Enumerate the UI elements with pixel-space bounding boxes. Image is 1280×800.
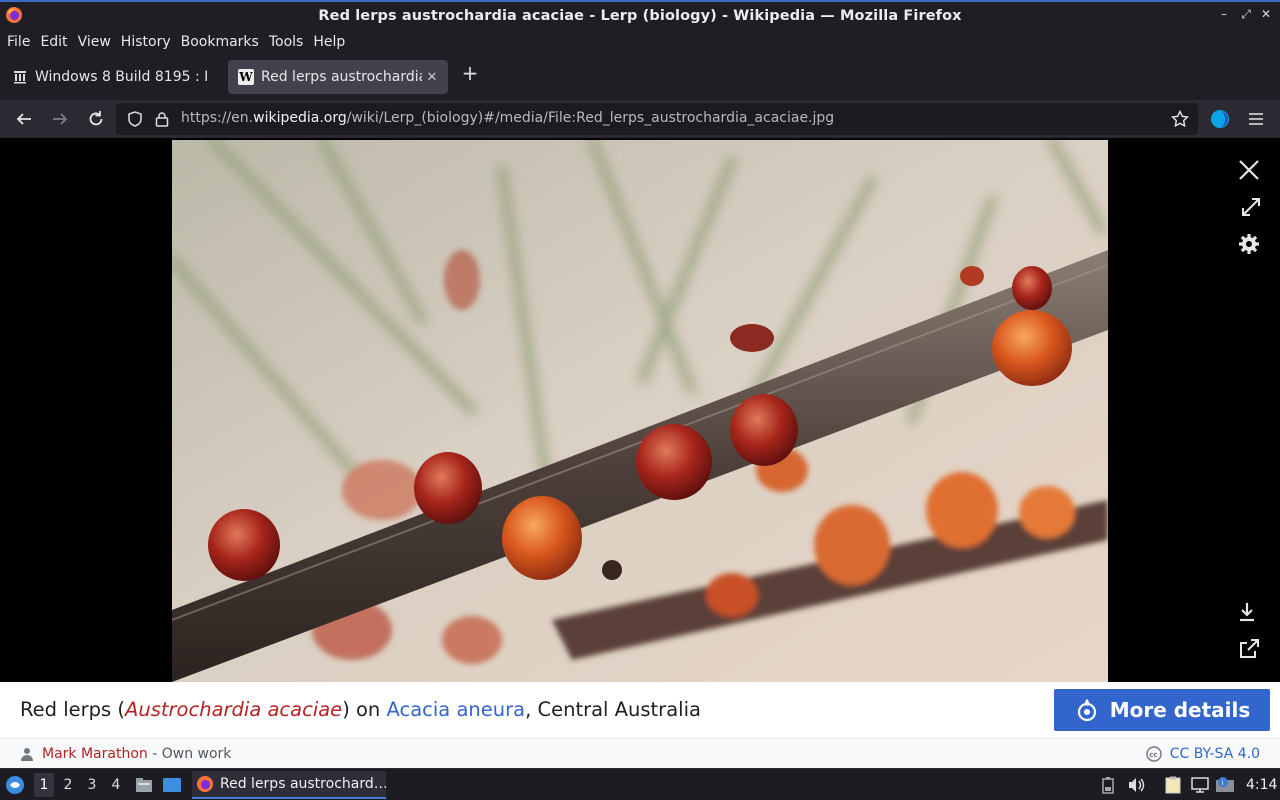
- author-link[interactable]: Mark Marathon: [42, 746, 148, 762]
- lerp-photo: [172, 140, 1108, 682]
- workspace-1[interactable]: 1: [34, 773, 54, 797]
- caption-part: Red lerps (: [20, 698, 126, 721]
- acacia-aneura-link[interactable]: Acacia aneura: [386, 698, 525, 721]
- taskbar-firefox-app[interactable]: Red lerps austrochard…: [192, 771, 386, 799]
- firefox-logo-icon: [6, 7, 22, 23]
- settings-gear-icon[interactable]: [1235, 230, 1263, 258]
- creative-commons-icon: cc: [1146, 746, 1162, 762]
- license-label: CC BY-SA 4.0: [1169, 746, 1260, 762]
- account-icon[interactable]: [1208, 107, 1232, 131]
- reload-icon[interactable]: [84, 107, 108, 131]
- desktop-icon[interactable]: [162, 775, 182, 795]
- taskbar: 1 2 3 4 Red lerps austrochard… i 4:14: [0, 768, 1280, 800]
- network-icon[interactable]: [1190, 775, 1210, 795]
- volume-icon[interactable]: [1126, 775, 1146, 795]
- back-icon[interactable]: [12, 107, 36, 131]
- tab-windows-8-build[interactable]: Windows 8 Build 8195 : I: [2, 60, 224, 94]
- menu-edit[interactable]: Edit: [35, 34, 72, 50]
- close-tab-icon[interactable]: ✕: [422, 70, 442, 85]
- download-icon[interactable]: [1233, 598, 1261, 626]
- caption-part: ) on: [342, 698, 387, 721]
- url-domain: wikipedia.org: [253, 110, 347, 126]
- menu-history[interactable]: History: [116, 34, 176, 50]
- caption-text: Red lerps (Austrochardia acaciae) on Aca…: [20, 698, 701, 721]
- menu-tools[interactable]: Tools: [264, 34, 309, 50]
- workspace-2[interactable]: 2: [58, 777, 78, 793]
- commons-icon: [1077, 699, 1096, 722]
- file-manager-icon[interactable]: [134, 775, 154, 795]
- media-viewer: [0, 138, 1280, 682]
- forward-icon[interactable]: [48, 107, 72, 131]
- window-titlebar: Red lerps austrochardia acaciae - Lerp (…: [0, 0, 1280, 29]
- archive-icon: [12, 69, 28, 85]
- battery-icon[interactable]: [1098, 775, 1118, 795]
- menu-bookmarks[interactable]: Bookmarks: [176, 34, 264, 50]
- wikipedia-icon: W: [238, 69, 254, 85]
- start-menu-icon[interactable]: [5, 775, 25, 795]
- tab-red-lerps[interactable]: W Red lerps austrochardia ✕: [228, 60, 448, 94]
- attribution-bar: Mark Marathon - Own work cc CC BY-SA 4.0: [0, 738, 1280, 768]
- new-tab-button[interactable]: +: [458, 62, 482, 86]
- app-menu-icon[interactable]: [1244, 107, 1268, 131]
- lock-icon[interactable]: [150, 107, 174, 131]
- workspace-3[interactable]: 3: [82, 777, 102, 793]
- author-credit: Mark Marathon - Own work: [42, 746, 231, 762]
- species-link[interactable]: Austrochardia acaciae: [125, 698, 342, 721]
- menu-bar: File Edit View History Bookmarks Tools H…: [0, 29, 1280, 54]
- svg-text:i: i: [1222, 779, 1224, 787]
- maximize-button[interactable]: ⤢: [1238, 7, 1254, 22]
- shield-icon[interactable]: [123, 107, 147, 131]
- close-window-button[interactable]: ✕: [1258, 7, 1274, 21]
- user-icon: [21, 748, 33, 761]
- window-title: Red lerps austrochardia acaciae - Lerp (…: [318, 7, 962, 24]
- source-text: - Own work: [147, 746, 232, 762]
- tab-label: Red lerps austrochardia: [261, 69, 422, 85]
- menu-view[interactable]: View: [73, 34, 116, 50]
- minimize-button[interactable]: –: [1216, 7, 1232, 21]
- firefox-taskbar-icon: [197, 776, 213, 792]
- workspace-4[interactable]: 4: [106, 777, 126, 793]
- close-viewer-icon[interactable]: [1235, 156, 1263, 184]
- taskbar-app-label: Red lerps austrochard…: [220, 776, 386, 792]
- license-link[interactable]: cc CC BY-SA 4.0: [1146, 746, 1260, 762]
- more-details-button[interactable]: More details: [1054, 689, 1270, 731]
- share-icon[interactable]: [1235, 635, 1263, 663]
- caption-part: , Central Australia: [525, 698, 701, 721]
- more-details-label: More details: [1109, 698, 1251, 722]
- menu-file[interactable]: File: [2, 34, 35, 50]
- clipboard-icon[interactable]: [1163, 775, 1183, 795]
- tab-bar: Windows 8 Build 8195 : I W Red lerps aus…: [0, 54, 1280, 100]
- url-prefix: https://en.: [181, 110, 254, 126]
- svg-text:cc: cc: [1149, 751, 1157, 759]
- url-path: /wiki/Lerp_(biology)#/media/File:Red_ler…: [346, 110, 835, 126]
- clock[interactable]: 4:14: [1246, 777, 1277, 793]
- menu-help[interactable]: Help: [308, 34, 350, 50]
- url-text[interactable]: https://en.wikipedia.org/wiki/Lerp_(biol…: [181, 110, 834, 126]
- notification-icon[interactable]: i: [1215, 775, 1235, 795]
- tab-label: Windows 8 Build 8195 : I: [35, 69, 209, 85]
- fullscreen-icon[interactable]: [1237, 193, 1265, 221]
- bookmark-star-icon[interactable]: [1168, 107, 1192, 131]
